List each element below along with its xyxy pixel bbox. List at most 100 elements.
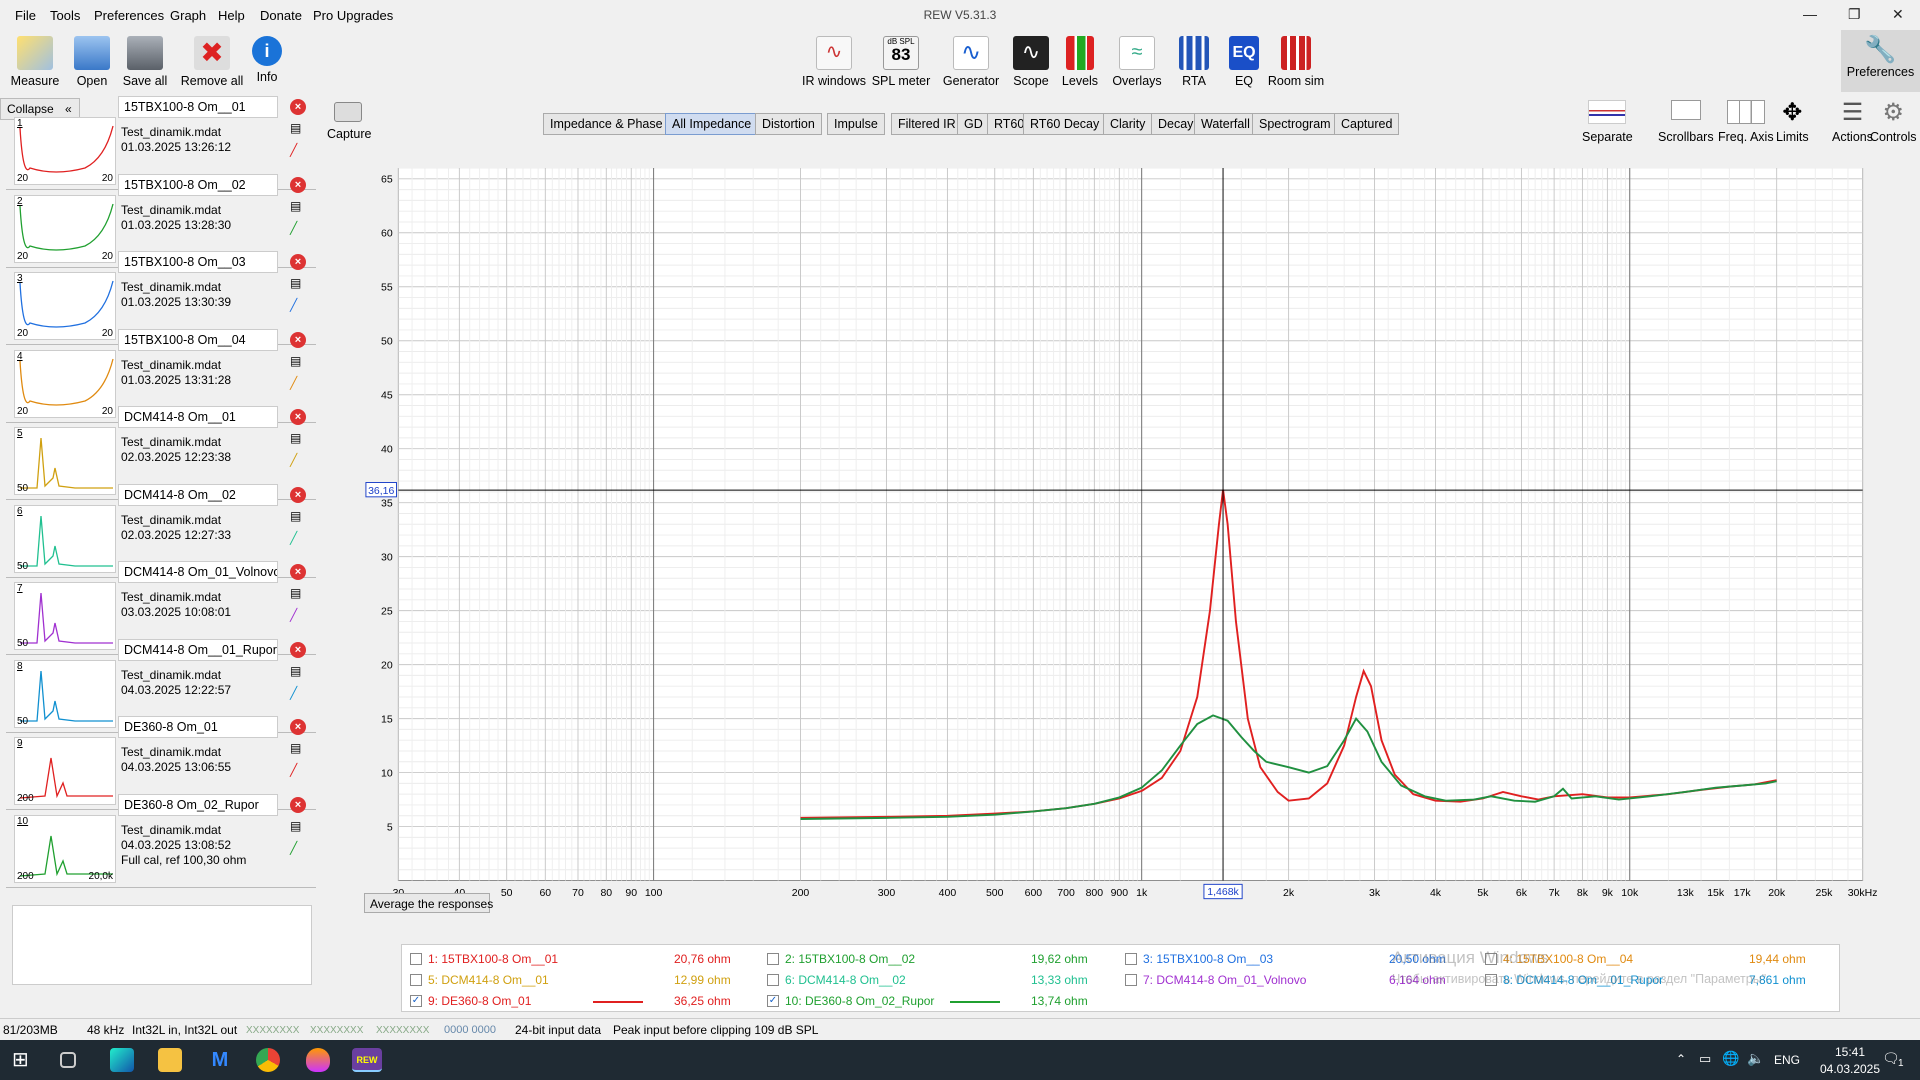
delete-measurement-icon[interactable]: × — [290, 331, 306, 348]
legend-checkbox[interactable] — [767, 953, 779, 965]
language-indicator[interactable]: ENG — [1774, 1053, 1800, 1067]
ir-windows-button[interactable]: ∿ IR windows — [799, 36, 869, 88]
pen-icon[interactable]: ╱ — [290, 376, 304, 390]
measurement-thumbnail[interactable]: 7 50 — [14, 582, 116, 650]
delete-measurement-icon[interactable]: × — [290, 254, 306, 270]
legend-checkbox[interactable]: ✓ — [767, 995, 779, 1007]
m-app-icon[interactable]: M — [208, 1048, 232, 1072]
pen-icon[interactable]: ╱ — [290, 531, 304, 545]
graph-select-icon[interactable]: ▤ — [290, 276, 304, 290]
minimize-icon[interactable]: — — [1803, 6, 1817, 22]
measurement-thumbnail[interactable]: 1 20 20 — [14, 117, 116, 185]
tab-waterfall[interactable]: Waterfall — [1194, 113, 1257, 135]
measurement-name-field[interactable]: DCM414-8 Om__02 — [118, 483, 278, 506]
tab-spectrogram[interactable]: Spectrogram — [1252, 113, 1338, 135]
delete-measurement-icon[interactable]: × — [290, 409, 306, 425]
measurement-thumbnail[interactable]: 4 20 20 — [14, 349, 116, 418]
measurement-name-field[interactable]: DE360-8 Om_02_Rupor — [118, 793, 278, 816]
pen-icon[interactable]: ╱ — [290, 143, 304, 157]
graph-select-icon[interactable]: ▤ — [290, 819, 304, 833]
chrome-icon[interactable] — [256, 1048, 280, 1072]
tab-rt60-decay[interactable]: RT60 Decay — [1023, 113, 1107, 135]
measurement-thumbnail[interactable]: 3 20 20 — [14, 272, 116, 340]
legend-checkbox[interactable]: ✓ — [410, 995, 422, 1007]
pen-icon[interactable]: ╱ — [290, 453, 304, 467]
measurement-thumbnail[interactable]: 5 50 — [14, 427, 116, 495]
measurement-name-field[interactable]: 15TBX100-8 Om__04 — [118, 328, 278, 351]
rew-taskbar-icon[interactable]: REW — [352, 1048, 382, 1072]
delete-measurement-icon[interactable]: × — [290, 564, 306, 580]
measurement-name-field[interactable]: 15TBX100-8 Om__02 — [118, 173, 278, 196]
clock-date[interactable]: 04.03.2025 — [1810, 1062, 1890, 1076]
tab-filtered-ir[interactable]: Filtered IR — [891, 113, 963, 135]
graph-select-icon[interactable]: ▤ — [290, 199, 304, 213]
measurement-name-field[interactable]: DCM414-8 Om_01_Volnovo — [118, 561, 278, 583]
delete-measurement-icon[interactable]: × — [290, 719, 306, 735]
measurement-name-field[interactable]: DCM414-8 Om__01 — [118, 406, 278, 428]
scrollbars-button[interactable]: Scrollbars — [1658, 100, 1714, 144]
battery-icon[interactable]: ▭ — [1699, 1051, 1711, 1067]
measurement-thumbnail[interactable]: 8 50 — [14, 659, 116, 728]
tab-impedance-phase[interactable]: Impedance & Phase — [543, 113, 670, 135]
average-responses-button[interactable]: Average the responses — [364, 893, 493, 913]
pen-icon[interactable]: ╱ — [290, 608, 304, 622]
legend-checkbox[interactable] — [410, 974, 422, 986]
tab-impulse[interactable]: Impulse — [827, 113, 885, 135]
graph-select-icon[interactable]: ▤ — [290, 354, 304, 368]
capture-button[interactable]: Capture — [327, 102, 371, 141]
close-icon[interactable]: ✕ — [1892, 6, 1904, 23]
legend-checkbox[interactable] — [767, 974, 779, 986]
delete-measurement-icon[interactable]: × — [290, 99, 306, 115]
separate-button[interactable]: Separate — [1582, 100, 1633, 144]
measurement-name-field[interactable]: 15TBX100-8 Om__03 — [118, 251, 278, 273]
measurement-thumbnail[interactable]: 6 50 — [14, 504, 116, 573]
actions-button[interactable]: ☰ Actions — [1832, 100, 1873, 145]
impedance-graph[interactable]: 5101520253035404550556065ohm304050607080… — [363, 168, 1898, 913]
graph-select-icon[interactable]: ▤ — [290, 121, 304, 135]
delete-measurement-icon[interactable]: × — [290, 176, 306, 193]
tab-gd[interactable]: GD — [957, 113, 990, 135]
color-app-icon[interactable] — [306, 1048, 330, 1072]
controls-button[interactable]: ⚙ Controls — [1870, 100, 1917, 145]
edge-icon[interactable] — [110, 1048, 134, 1072]
tab-clarity[interactable]: Clarity — [1103, 113, 1153, 135]
pen-icon[interactable]: ╱ — [290, 221, 304, 235]
pen-icon[interactable]: ╱ — [290, 686, 304, 700]
measurement-name-field[interactable]: 15TBX100-8 Om__01 — [118, 96, 278, 118]
pen-icon[interactable]: ╱ — [290, 841, 304, 855]
task-view-icon[interactable] — [60, 1052, 76, 1068]
freq-axis-button[interactable]: Freq. Axis — [1718, 100, 1774, 144]
tab-distortion[interactable]: Distortion — [755, 113, 822, 135]
delete-measurement-icon[interactable]: × — [290, 796, 306, 813]
measurement-row[interactable]: 10 200 20,0k Test_dinamik.mdat 04.03.2025 13… — [6, 811, 316, 888]
delete-measurement-icon[interactable]: × — [290, 641, 306, 658]
clock-time[interactable]: 15:41 — [1820, 1045, 1880, 1059]
file-explorer-icon[interactable] — [158, 1048, 182, 1072]
measurement-name-field[interactable]: DCM414-8 Om__01_Rupor — [118, 638, 278, 661]
graph-select-icon[interactable]: ▤ — [290, 664, 304, 678]
info-button[interactable]: i Info — [232, 36, 302, 84]
chevron-up-icon[interactable]: ⌃ — [1676, 1052, 1686, 1066]
restore-icon[interactable]: ❐ — [1848, 6, 1861, 23]
preferences-button[interactable]: 🔧 Preferences — [1841, 30, 1920, 92]
tab-captured[interactable]: Captured — [1334, 113, 1400, 135]
delete-measurement-icon[interactable]: × — [290, 486, 306, 503]
measurement-name-field[interactable]: DE360-8 Om_01 — [118, 716, 278, 738]
legend-checkbox[interactable] — [1125, 953, 1137, 965]
measurement-thumbnail[interactable]: 2 20 20 — [14, 194, 116, 263]
room-sim-button[interactable]: Room sim — [1261, 36, 1331, 88]
graph-select-icon[interactable]: ▤ — [290, 741, 304, 755]
tab-all-impedance[interactable]: All Impedance — [665, 113, 759, 135]
graph-select-icon[interactable]: ▤ — [290, 431, 304, 445]
measurement-thumbnail[interactable]: 9 200 — [14, 737, 116, 805]
windows-start-icon[interactable]: ⊞ — [12, 1048, 36, 1072]
save-all-button[interactable]: Save all — [110, 36, 180, 88]
spl-meter-button[interactable]: dB SPL 83 SPL meter — [866, 36, 936, 88]
legend-checkbox[interactable] — [410, 953, 422, 965]
legend-checkbox[interactable] — [1125, 974, 1137, 986]
limits-button[interactable]: ✥ Limits — [1776, 100, 1809, 145]
graph-select-icon[interactable]: ▤ — [290, 509, 304, 523]
volume-icon[interactable]: 🔈 — [1747, 1050, 1764, 1067]
network-icon[interactable]: 🌐 — [1722, 1050, 1739, 1067]
graph-select-icon[interactable]: ▤ — [290, 586, 304, 600]
